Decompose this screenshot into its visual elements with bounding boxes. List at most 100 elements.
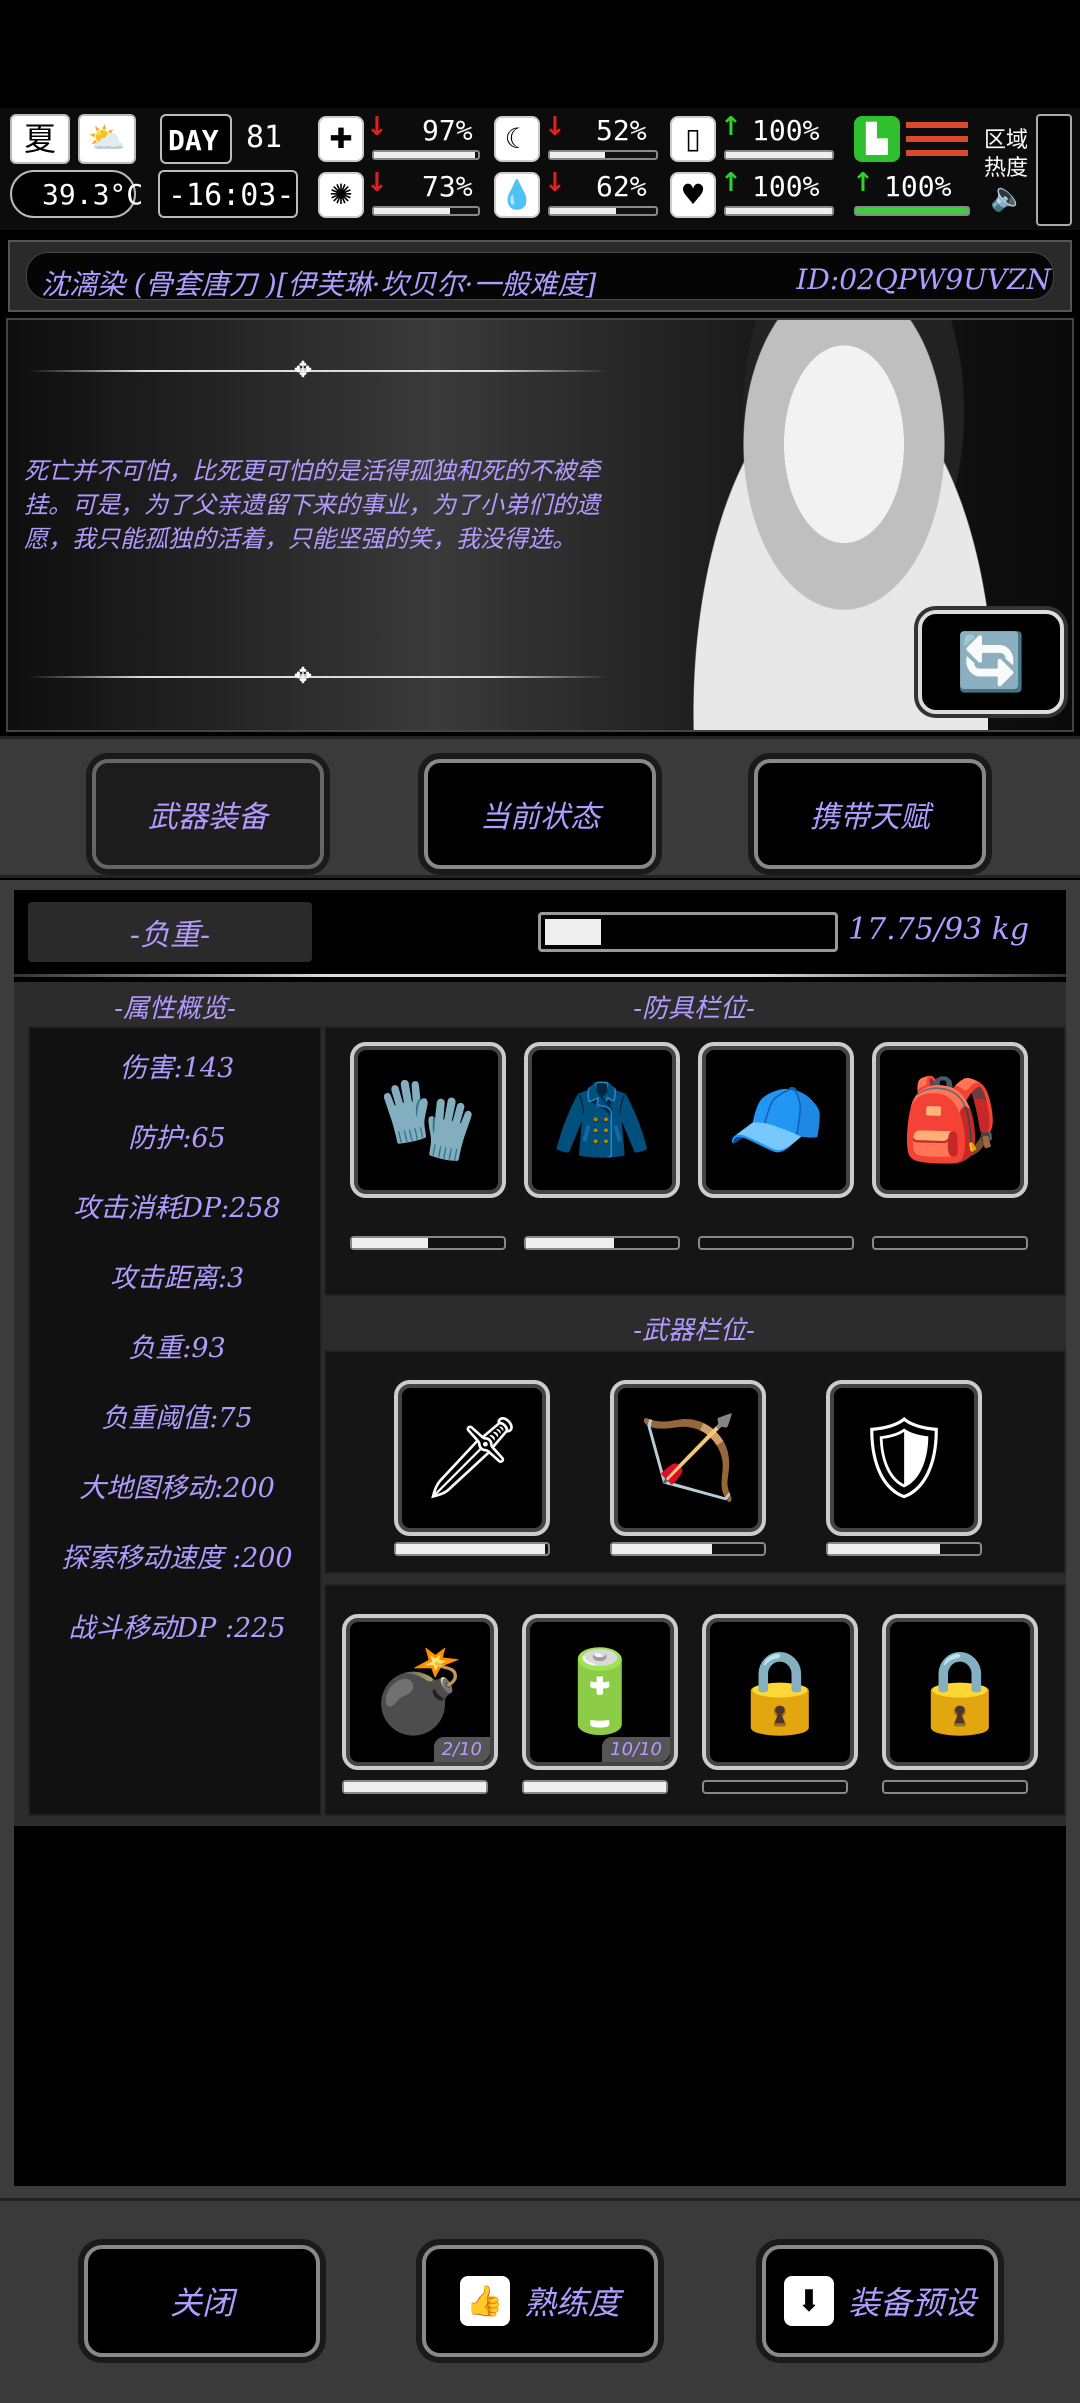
bow-slot[interactable]: 🏹 — [610, 1380, 766, 1536]
health-bar — [372, 150, 480, 160]
sanity-bar — [372, 206, 480, 216]
character-name: 沈漓染 (骨套唐刀 )[伊芙琳·坎贝尔·一般难度] — [41, 268, 597, 301]
sanity-value: 73% — [422, 170, 473, 203]
stamina-lines-icon — [906, 122, 968, 162]
speaker-icon[interactable]: 🔈 — [990, 180, 1025, 213]
durability-bar — [872, 1236, 1028, 1250]
preset-label: 装备预设 — [847, 2284, 976, 2322]
stomach-icon: ☾ — [494, 116, 540, 162]
durability-bar — [522, 1780, 668, 1794]
item-count: 2/10 — [433, 1737, 490, 1762]
brain-icon: ✺ — [318, 172, 364, 218]
cloak-slot[interactable]: 🧥 — [524, 1042, 680, 1198]
season-badge: 夏 — [10, 114, 70, 164]
trend-down-icon: ↓ — [544, 168, 566, 198]
day-counter: DAY — [160, 114, 232, 164]
bow-icon: 🏹 — [638, 1411, 738, 1504]
durability-bar — [698, 1236, 854, 1250]
equipment-preset-button[interactable]: ⬇ 装备预设 — [762, 2245, 998, 2357]
clock-display: -16:03- — [158, 170, 298, 218]
heart-icon: ♥ — [670, 172, 716, 218]
mood-value: 100% — [752, 170, 820, 203]
stamina-bar — [854, 206, 970, 216]
locked-slot-slot[interactable]: 🔒 — [882, 1614, 1038, 1770]
tab-weapon-equipment[interactable]: 武器装备 — [92, 759, 324, 869]
locked-slot-icon: 🔒 — [910, 1645, 1010, 1738]
proficiency-button[interactable]: 👍 熟练度 — [422, 2245, 658, 2357]
medkit-icon: ✚ — [318, 116, 364, 162]
outfit-swap-icon: 🔄 — [956, 630, 1026, 695]
weight-bar — [538, 912, 838, 952]
battery-icon: ▯ — [670, 116, 716, 162]
attr-explore-speed: 探索移动速度 :200 — [61, 1543, 293, 1574]
section-divider — [14, 974, 1066, 977]
durability-bar — [610, 1542, 766, 1556]
health-value: 97% — [422, 114, 473, 147]
trend-up-icon: ↑ — [720, 112, 742, 142]
sword-icon: 🗡 — [421, 1411, 523, 1504]
sword-slot[interactable]: 🗡 — [394, 1380, 550, 1536]
attr-attack-range: 攻击距离:3 — [109, 1263, 245, 1294]
durability-bar — [342, 1780, 488, 1794]
shield-slot[interactable]: 🛡 — [826, 1380, 982, 1536]
attr-damage: 伤害:143 — [119, 1053, 235, 1084]
day-label: DAY — [168, 124, 219, 157]
droplet-icon: 💧 — [494, 172, 540, 218]
character-name-bar: 沈漓染 (骨套唐刀 )[伊芙琳·坎贝尔·一般难度] ID:02QPW9UVZN — [8, 240, 1072, 312]
hunger-value: 52% — [596, 114, 647, 147]
heat-meter — [1036, 114, 1072, 226]
cloak-icon: 🧥 — [552, 1073, 652, 1166]
cap-slot[interactable]: 🧢 — [698, 1042, 854, 1198]
equipment-panel: -负重- 17.75/93 kg -属性概览- 伤害:143 防护:65 攻击消… — [0, 880, 1080, 2200]
stamina-value: 100% — [884, 170, 952, 203]
attributes-list: 伤害:143 防护:65 攻击消耗DP:258 攻击距离:3 负重:93 负重阈… — [28, 1026, 322, 1816]
trend-down-icon: ↓ — [544, 112, 566, 142]
change-outfit-button[interactable]: 🔄 — [918, 610, 1064, 714]
shield-icon: 🛡 — [853, 1411, 955, 1504]
attributes-title: -属性概览- — [114, 994, 236, 1024]
temperature-display: 39.3°C — [10, 170, 143, 218]
durability-bar — [826, 1542, 982, 1556]
hunger-bar — [548, 150, 658, 160]
trend-down-icon: ↓ — [366, 112, 388, 142]
grenade-slot[interactable]: 💣 2/10 — [342, 1614, 498, 1770]
locked-slot-slot[interactable]: 🔒 — [702, 1614, 858, 1770]
trend-up-icon: ↑ — [720, 168, 742, 198]
proficiency-icon: 👍 — [459, 2276, 510, 2326]
tab-current-status[interactable]: 当前状态 — [424, 759, 656, 869]
weight-text: 17.75/93 kg — [848, 912, 1030, 947]
grenade-icon: 💣 — [370, 1645, 470, 1738]
gloves-slot[interactable]: 🧤 — [350, 1042, 506, 1198]
close-button[interactable]: 关闭 — [84, 2245, 320, 2357]
weather-icon: ⛅ — [78, 114, 136, 164]
ornament-top: ✥ — [293, 358, 313, 383]
thirst-bar — [548, 206, 658, 216]
attr-map-movement: 大地图移动:200 — [79, 1473, 275, 1504]
preset-download-icon: ⬇ — [783, 2276, 834, 2326]
backpack-icon: 🎒 — [900, 1073, 1000, 1166]
attr-weight-threshold: 负重阈值:75 — [101, 1403, 253, 1434]
weight-label: -负重- — [28, 902, 312, 962]
durability-bar — [882, 1780, 1028, 1794]
energy-bar — [724, 150, 834, 160]
backpack-slot[interactable]: 🎒 — [872, 1042, 1028, 1198]
boot-icon: ▙ — [854, 116, 900, 162]
close-label: 关闭 — [169, 2284, 234, 2322]
trend-up-icon: ↑ — [852, 168, 874, 198]
energy-value: 100% — [752, 114, 820, 147]
battery-item-icon: 🔋 — [550, 1645, 650, 1738]
attr-combat-move-dp: 战斗移动DP :225 — [68, 1613, 286, 1644]
battery-item-slot[interactable]: 🔋 10/10 — [522, 1614, 678, 1770]
clock-text: -16:03- — [168, 178, 295, 213]
status-bar: 夏 ⛅ 39.3°C DAY 81 -16:03- ✚ ↓ 97% ☾ ↓ 52… — [0, 108, 1080, 230]
mood-bar — [724, 206, 834, 216]
gloves-icon: 🧤 — [378, 1073, 478, 1166]
attr-carry-weight: 负重:93 — [128, 1333, 226, 1364]
tab-talents[interactable]: 携带天赋 — [754, 759, 986, 869]
character-portrait-panel: ✥ 死亡并不可怕，比死更可怕的是活得孤独和死的不被牵挂。可是，为了父亲遗留下来的… — [6, 318, 1074, 732]
durability-bar — [524, 1236, 680, 1250]
attr-defense: 防护:65 — [128, 1123, 226, 1154]
durability-bar — [350, 1236, 506, 1250]
proficiency-label: 熟练度 — [523, 2284, 620, 2322]
durability-bar — [702, 1780, 848, 1794]
